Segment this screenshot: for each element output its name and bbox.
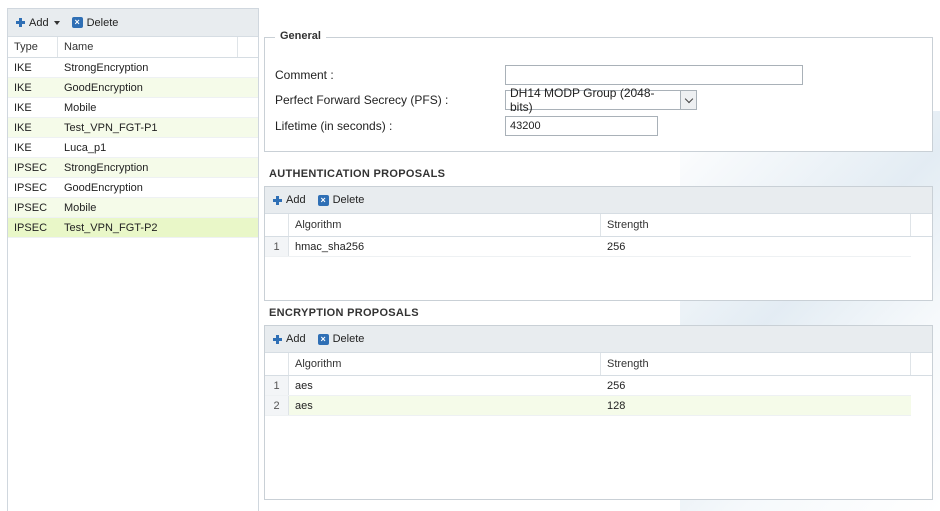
pfs-select[interactable]: DH14 MODP Group (2048-bits) <box>505 86 697 114</box>
list-item-type: IKE <box>14 141 32 154</box>
delete-button-label: Delete <box>86 16 119 29</box>
pfs-label: Perfect Forward Secrecy (PFS) : <box>275 93 449 107</box>
list-item-type: IKE <box>14 121 32 134</box>
add-menu-button[interactable]: Add <box>16 17 60 29</box>
row-strength: 256 <box>607 379 626 392</box>
lifetime-label: Lifetime (in seconds) : <box>275 119 393 133</box>
list-item-type: IKE <box>14 101 32 114</box>
auth-section-title: AUTHENTICATION PROPOSALS <box>269 168 446 180</box>
lifetime-row: Lifetime (in seconds) : <box>275 116 658 136</box>
plus-icon <box>16 18 25 27</box>
list-item[interactable]: IKE StrongEncryption <box>8 58 258 78</box>
auth-grid-header: Algorithm Strength <box>265 214 932 237</box>
row-strength: 128 <box>607 399 626 412</box>
list-item[interactable]: IPSEC GoodEncryption <box>8 178 258 198</box>
auth-add-label: Add <box>286 194 306 206</box>
chevron-down-icon <box>684 94 693 103</box>
list-item-type: IPSEC <box>14 221 48 234</box>
column-header-strength[interactable]: Strength <box>601 214 911 236</box>
plus-icon <box>273 195 282 205</box>
column-header-spacer <box>238 37 258 57</box>
comment-row: Comment : <box>275 65 803 85</box>
row-algorithm: aes <box>295 379 313 392</box>
column-header-type[interactable]: Type <box>8 37 58 57</box>
enc-add-button[interactable]: Add <box>273 333 306 345</box>
list-item-type: IPSEC <box>14 201 48 214</box>
auth-toolbar: Add × Delete <box>265 187 932 214</box>
list-item-name: Mobile <box>64 101 97 114</box>
auth-delete-label: Delete <box>332 194 365 206</box>
list-item[interactable]: IKE Test_VPN_FGT-P1 <box>8 118 258 138</box>
row-number: 1 <box>265 376 289 395</box>
list-item[interactable]: IKE GoodEncryption <box>8 78 258 98</box>
pfs-row: Perfect Forward Secrecy (PFS) : DH14 MOD… <box>275 86 697 114</box>
general-legend: General <box>275 30 326 42</box>
table-row[interactable]: 1 aes 256 <box>265 376 911 396</box>
auth-proposals-panel: Add × Delete Algorithm Strength 1 hmac_s… <box>264 186 933 301</box>
delete-icon: × <box>71 17 83 28</box>
column-header-spacer <box>911 214 932 236</box>
caret-down-icon <box>53 20 60 25</box>
enc-toolbar: Add × Delete <box>265 326 932 353</box>
list-item-name: Luca_p1 <box>64 141 107 154</box>
list-item[interactable]: IKE Luca_p1 <box>8 138 258 158</box>
list-item-name: Mobile <box>64 201 97 214</box>
lifetime-input[interactable] <box>505 116 658 136</box>
proposal-list: IKE StrongEncryption IKE GoodEncryption … <box>8 58 258 238</box>
auth-delete-button[interactable]: × Delete <box>317 194 365 206</box>
enc-section-title: ENCRYPTION PROPOSALS <box>269 307 419 319</box>
list-item-name: Test_VPN_FGT-P1 <box>64 121 158 134</box>
enc-proposals-panel: Add × Delete Algorithm Strength 1 aes 25… <box>264 325 933 500</box>
list-item-name: Test_VPN_FGT-P2 <box>64 221 158 234</box>
row-strength: 256 <box>607 240 626 253</box>
plus-icon <box>273 334 282 344</box>
row-algorithm: hmac_sha256 <box>295 240 365 253</box>
table-row[interactable]: 2 aes 128 <box>265 396 911 416</box>
enc-delete-button[interactable]: × Delete <box>317 333 365 345</box>
list-item-type: IPSEC <box>14 181 48 194</box>
list-header: Type Name <box>8 37 258 58</box>
row-algorithm: aes <box>295 399 313 412</box>
add-button-label: Add <box>29 16 49 29</box>
list-item-type: IPSEC <box>14 161 48 174</box>
row-number: 1 <box>265 237 289 256</box>
comment-label: Comment : <box>275 68 334 82</box>
column-header-spacer <box>911 353 932 375</box>
delete-button[interactable]: × Delete <box>71 16 119 29</box>
column-header-algorithm[interactable]: Algorithm <box>289 214 601 236</box>
list-item-name: GoodEncryption <box>64 181 143 194</box>
list-item-type: IKE <box>14 81 32 94</box>
list-item-name: StrongEncryption <box>64 161 149 174</box>
pfs-select-value: DH14 MODP Group (2048-bits) <box>510 86 655 114</box>
column-header-name[interactable]: Name <box>58 37 238 57</box>
general-fieldset: General Comment : Perfect Forward Secrec… <box>264 30 933 152</box>
list-item[interactable]: IPSEC StrongEncryption <box>8 158 258 178</box>
pfs-dropdown-button[interactable] <box>680 91 696 109</box>
column-header-algorithm[interactable]: Algorithm <box>289 353 601 375</box>
list-item-name: StrongEncryption <box>64 61 149 74</box>
list-item-selected[interactable]: IPSEC Test_VPN_FGT-P2 <box>8 218 258 238</box>
comment-input[interactable] <box>505 65 803 85</box>
column-header-number <box>265 353 289 375</box>
proposal-list-panel: Add × Delete Type Name IKE StrongEncrypt… <box>7 8 259 511</box>
column-header-strength[interactable]: Strength <box>601 353 911 375</box>
enc-add-label: Add <box>286 333 306 345</box>
list-item[interactable]: IKE Mobile <box>8 98 258 118</box>
list-item-name: GoodEncryption <box>64 81 143 94</box>
delete-icon: × <box>317 194 329 206</box>
auth-add-button[interactable]: Add <box>273 194 306 206</box>
column-header-number <box>265 214 289 236</box>
list-item-type: IKE <box>14 61 32 74</box>
row-number: 2 <box>265 396 289 415</box>
table-row[interactable]: 1 hmac_sha256 256 <box>265 237 911 257</box>
list-item[interactable]: IPSEC Mobile <box>8 198 258 218</box>
enc-grid-header: Algorithm Strength <box>265 353 932 376</box>
list-toolbar: Add × Delete <box>8 9 258 37</box>
delete-icon: × <box>317 333 329 345</box>
enc-delete-label: Delete <box>332 333 365 345</box>
